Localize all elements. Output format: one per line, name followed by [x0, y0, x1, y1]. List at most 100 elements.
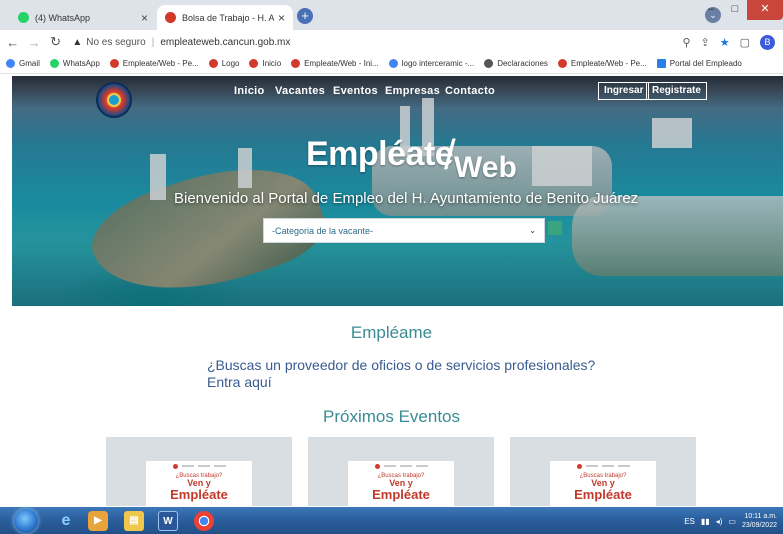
- site-icon: [109, 59, 119, 68]
- category-select[interactable]: -Categoria de la vacante- ⌄: [263, 218, 545, 243]
- account-avatar[interactable]: B: [760, 34, 776, 50]
- poster-header: [550, 461, 656, 471]
- poster-line-2: Empléate: [574, 487, 632, 502]
- globe-icon: [484, 59, 494, 68]
- site-icon: [291, 59, 301, 68]
- word-icon[interactable]: W: [158, 511, 178, 531]
- system-tray: ES ▮▮ ◂) ▭ 10:11 a.m. 23/09/2022: [684, 510, 777, 532]
- bookmark-label: Logo: [221, 59, 240, 68]
- google-icon: [388, 59, 398, 68]
- bookmark-label: Declaraciones: [497, 59, 548, 68]
- tab-title: Bolsa de Trabajo - H. Ayuntamien: [182, 12, 274, 23]
- bookmark-logo[interactable]: Logo: [208, 59, 240, 68]
- login-button[interactable]: Ingresar: [598, 82, 650, 100]
- whatsapp-icon: [18, 12, 29, 23]
- poster-line-2: Empléate: [170, 487, 228, 502]
- bookmarks-bar: Gmail WhatsApp Empleate/Web - Pe... Logo…: [0, 54, 783, 74]
- share-icon[interactable]: ⇪: [701, 36, 710, 49]
- language-indicator[interactable]: ES: [684, 517, 695, 526]
- minimize-button[interactable]: –: [699, 0, 723, 20]
- separator: |: [151, 36, 155, 48]
- bookmark-label: Gmail: [19, 59, 40, 68]
- register-button[interactable]: Registrate: [646, 82, 707, 100]
- site-brand-logo: Empléate / Web: [306, 131, 526, 195]
- zoom-icon[interactable]: ⚲: [682, 36, 690, 49]
- site-icon: [208, 59, 218, 68]
- welcome-heading: Bienvenido al Portal de Empleo del H. Ay…: [174, 190, 639, 207]
- action-center-icon[interactable]: ▭: [728, 517, 736, 526]
- poster-header: [348, 461, 454, 471]
- nav-link-contacto[interactable]: Contacto: [445, 85, 495, 97]
- close-window-button[interactable]: ✕: [747, 0, 783, 20]
- url-text: empleateweb.cancun.gob.mx: [160, 36, 291, 48]
- empleame-heading: Empléame: [350, 323, 433, 342]
- security-warning-label: No es seguro: [86, 36, 146, 48]
- back-icon[interactable]: ←: [4, 35, 21, 50]
- bookmark-inicio[interactable]: Inicio: [249, 59, 281, 68]
- pin-icon: [656, 59, 666, 68]
- nav-link-inicio[interactable]: Inicio: [234, 85, 265, 97]
- bookmark-star-icon[interactable]: ★: [720, 36, 730, 49]
- event-card[interactable]: ¿Buscas trabajo? Ven y Empléate: [106, 437, 292, 506]
- tab-title: (4) WhatsApp: [35, 12, 91, 23]
- nav-link-empresas[interactable]: Empresas: [385, 85, 440, 97]
- window-controls: – □ ✕: [699, 0, 783, 22]
- event-poster: ¿Buscas trabajo? Ven y Empléate: [550, 461, 656, 506]
- close-tab-icon[interactable]: ×: [278, 11, 285, 25]
- warning-icon: ▲: [72, 36, 83, 48]
- brand-part-2: Web: [454, 151, 517, 184]
- poster-header: [146, 461, 252, 471]
- maximize-button[interactable]: □: [723, 0, 747, 20]
- bookmark-label: Portal del Empleado: [669, 59, 742, 68]
- event-card[interactable]: ¿Buscas trabajo? Ven y Empléate: [308, 437, 494, 506]
- chevron-down-icon: ⌄: [529, 226, 536, 235]
- site-navigation: Inicio Vacantes Eventos Empresas Contact…: [0, 82, 783, 100]
- site-icon: [165, 12, 176, 23]
- brand-part-1: Empléate: [306, 135, 454, 173]
- chrome-icon[interactable]: [194, 511, 214, 531]
- tab-bolsa-de-trabajo[interactable]: Bolsa de Trabajo - H. Ayuntamien ×: [157, 5, 293, 30]
- close-tab-icon[interactable]: ×: [141, 11, 148, 25]
- whatsapp-icon: [49, 59, 59, 68]
- site-icon: [249, 59, 259, 68]
- internet-explorer-icon[interactable]: e: [56, 511, 76, 531]
- event-poster: ¿Buscas trabajo? Ven y Empléate: [348, 461, 454, 506]
- events-heading: Próximos Eventos: [323, 407, 460, 426]
- bookmark-empleate-pe[interactable]: Empleate/Web - Pe...: [109, 59, 199, 68]
- reload-icon[interactable]: ↻: [47, 34, 64, 50]
- bookmark-label: WhatsApp: [62, 59, 100, 68]
- clock-date: 23/09/2022: [741, 522, 777, 529]
- bookmark-declaraciones[interactable]: Declaraciones: [484, 59, 548, 68]
- bookmark-label: Empleate/Web - Pe...: [570, 59, 647, 68]
- browser-tab-strip: (4) WhatsApp × Bolsa de Trabajo - H. Ayu…: [0, 0, 783, 30]
- address-bar[interactable]: ▲ No es seguro | empleateweb.cancun.gob.…: [72, 33, 682, 51]
- tab-whatsapp[interactable]: (4) WhatsApp ×: [10, 5, 156, 30]
- sidebar-icon[interactable]: ▢: [740, 36, 750, 49]
- bookmark-label: logo interceramic -...: [401, 59, 475, 68]
- network-icon[interactable]: ▮▮: [701, 517, 710, 526]
- bookmark-label: Empleate/Web - Pe...: [122, 59, 199, 68]
- file-explorer-icon[interactable]: ▤: [124, 511, 144, 531]
- nav-link-vacantes[interactable]: Vacantes: [275, 85, 325, 97]
- volume-icon[interactable]: ◂): [716, 517, 723, 526]
- event-card[interactable]: ¿Buscas trabajo? Ven y Empléate: [510, 437, 696, 506]
- google-icon: [6, 59, 15, 68]
- bookmark-empleate-pe-2[interactable]: Empleate/Web - Pe...: [557, 59, 647, 68]
- media-player-icon[interactable]: ▶: [88, 511, 108, 531]
- search-button[interactable]: [548, 221, 562, 235]
- clock[interactable]: 10:11 a.m. 23/09/2022: [742, 512, 777, 530]
- bookmark-logo-interceramic[interactable]: logo interceramic -...: [388, 59, 475, 68]
- start-button[interactable]: [14, 509, 38, 533]
- bookmark-label: Empleate/Web - Ini...: [304, 59, 379, 68]
- event-poster: ¿Buscas trabajo? Ven y Empléate: [146, 461, 252, 506]
- site-icon: [557, 59, 567, 68]
- new-tab-button[interactable]: +: [297, 8, 313, 24]
- providers-link[interactable]: ¿Buscas un proveedor de oficios o de ser…: [207, 357, 627, 391]
- bookmark-empleate-ini[interactable]: Empleate/Web - Ini...: [291, 59, 379, 68]
- toolbar-actions: ⚲ ⇪ ★ ▢ B: [682, 34, 776, 50]
- bookmark-portal-empleado[interactable]: Portal del Empleado: [656, 59, 742, 68]
- bookmark-gmail[interactable]: Gmail: [6, 59, 40, 68]
- forward-icon[interactable]: →: [25, 35, 42, 50]
- bookmark-whatsapp[interactable]: WhatsApp: [49, 59, 100, 68]
- nav-link-eventos[interactable]: Eventos: [333, 85, 378, 97]
